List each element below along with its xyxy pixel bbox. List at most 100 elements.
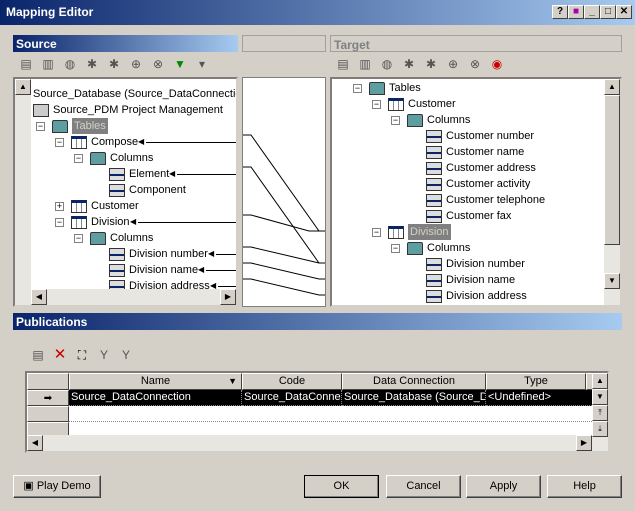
grid-vscroll[interactable]: ▲ ▼ ⤒ ⤓: [592, 373, 608, 451]
tree-item[interactable]: − Columns: [332, 240, 620, 256]
tree-item[interactable]: Division number ◀: [15, 246, 236, 262]
column-header-code[interactable]: Code: [242, 373, 342, 390]
map-all-icon[interactable]: ✱: [422, 56, 440, 72]
expand-icon[interactable]: +: [55, 202, 64, 211]
filter-edit-icon[interactable]: Y: [95, 347, 113, 363]
tree-item[interactable]: − Columns: [332, 112, 620, 128]
cell-code[interactable]: Source_DataConne: [242, 390, 342, 406]
cell-data-connection[interactable]: Source_Database (Source_D: [342, 390, 486, 406]
cell-name[interactable]: Source_DataConnection: [69, 390, 242, 406]
delete-mapping-icon[interactable]: ⊗: [149, 56, 167, 72]
delete-icon[interactable]: ✕: [51, 347, 69, 363]
source-tree[interactable]: ▲ Source_Database (Source_DataConnection…: [13, 77, 238, 307]
grid-hscroll[interactable]: ◀ ▶: [27, 435, 592, 451]
scroll-right-button[interactable]: ▶: [220, 289, 236, 305]
map-icon[interactable]: ✱: [400, 56, 418, 72]
scroll-top-button[interactable]: ⤒: [592, 405, 608, 421]
tree-item[interactable]: Division address: [332, 288, 620, 304]
database-icon[interactable]: ▥: [356, 56, 374, 72]
sort-dropdown-icon[interactable]: ▼: [228, 374, 237, 389]
help-icon[interactable]: ?: [552, 5, 568, 19]
tree-item[interactable]: − Tables: [332, 80, 620, 96]
collapse-icon[interactable]: −: [74, 234, 83, 243]
tree-item[interactable]: Source_Database (Source_DataConnection): [15, 86, 236, 102]
collapse-icon[interactable]: −: [55, 218, 64, 227]
tree-item[interactable]: − Tables: [15, 118, 236, 134]
collapse-icon[interactable]: −: [55, 138, 64, 147]
properties-icon[interactable]: ▤: [17, 56, 35, 72]
collapse-icon[interactable]: −: [74, 154, 83, 163]
delete-mapping-icon[interactable]: ⊗: [466, 56, 484, 72]
tree-item[interactable]: Customer number: [332, 128, 620, 144]
add-mapping-icon[interactable]: ⊕: [127, 56, 145, 72]
help-button[interactable]: Help: [547, 475, 622, 498]
scroll-thumb[interactable]: [604, 95, 620, 245]
tree-item[interactable]: − Customer: [332, 96, 620, 112]
target-vscroll[interactable]: ▲ ▼: [604, 79, 620, 305]
tree-item[interactable]: Customer telephone: [332, 192, 620, 208]
scroll-down-button[interactable]: ▼: [592, 389, 608, 405]
tree-item[interactable]: − Division: [332, 224, 620, 240]
scroll-left-button[interactable]: ◀: [27, 435, 43, 451]
publications-grid[interactable]: Name ▼ Code Data Connection Type ➡ Source…: [25, 371, 609, 453]
tree-item[interactable]: − Compose ◀: [15, 134, 236, 150]
collapse-icon[interactable]: −: [36, 122, 45, 131]
tree-item[interactable]: Source_PDM Project Management: [15, 102, 236, 118]
tree-item[interactable]: Component: [15, 182, 236, 198]
current-row-arrow-icon[interactable]: ➡: [27, 390, 69, 406]
source-hscroll[interactable]: ◀ ▶: [15, 289, 236, 305]
tree-item[interactable]: − Division ◀: [15, 214, 236, 230]
refresh-icon[interactable]: ◍: [61, 56, 79, 72]
tree-item[interactable]: Customer address: [332, 160, 620, 176]
refresh-icon[interactable]: ◍: [378, 56, 396, 72]
target-tree[interactable]: − Tables − Customer − Columns Customer number C…: [330, 77, 622, 307]
tree-item[interactable]: − Columns: [15, 150, 236, 166]
tree-item[interactable]: Element ◀: [15, 166, 236, 182]
options-icon[interactable]: ▾: [193, 56, 211, 72]
add-mapping-icon[interactable]: ⊕: [444, 56, 462, 72]
cell-type[interactable]: <Undefined>: [486, 390, 594, 406]
tree-item[interactable]: Customer name: [332, 144, 620, 160]
folder-icon: [369, 82, 385, 95]
collapse-icon[interactable]: −: [353, 84, 362, 93]
properties-icon[interactable]: ▤: [29, 347, 47, 363]
apply-button[interactable]: Apply: [466, 475, 541, 498]
scroll-bottom-button[interactable]: ⤓: [592, 421, 608, 437]
collapse-icon[interactable]: −: [372, 100, 381, 109]
properties-icon[interactable]: ▤: [334, 56, 352, 72]
collapse-icon[interactable]: −: [372, 228, 381, 237]
minimize-button[interactable]: _: [584, 5, 600, 19]
scroll-right-button[interactable]: ▶: [576, 435, 592, 451]
collapse-icon[interactable]: −: [391, 116, 400, 125]
column-header-data-connection[interactable]: Data Connection: [342, 373, 486, 390]
maximize-button[interactable]: □: [600, 5, 616, 19]
tree-item[interactable]: + Customer: [15, 198, 236, 214]
close-button[interactable]: ✕: [616, 5, 632, 19]
column-header-type[interactable]: Type: [486, 373, 586, 390]
tree-item[interactable]: Division name ◀: [15, 262, 236, 278]
tree-item[interactable]: Customer fax: [332, 208, 620, 224]
scroll-left-button[interactable]: ◀: [31, 289, 47, 305]
find-icon[interactable]: ◉: [488, 56, 506, 72]
empty-row[interactable]: [69, 406, 594, 422]
tree-item[interactable]: Customer activity: [332, 176, 620, 192]
scroll-up-button[interactable]: ▲: [592, 373, 608, 389]
add-database-icon[interactable]: ▥: [39, 56, 57, 72]
collapse-icon[interactable]: −: [391, 244, 400, 253]
play-demo-button[interactable]: ▣ Play Demo: [13, 475, 101, 498]
app-icon[interactable]: ■: [568, 5, 584, 19]
map-all-icon[interactable]: ✱: [105, 56, 123, 72]
cancel-button[interactable]: Cancel: [386, 475, 461, 498]
find-icon[interactable]: ⛶: [73, 347, 91, 363]
ok-button[interactable]: OK: [304, 475, 379, 498]
scroll-down-button[interactable]: ▼: [604, 273, 620, 289]
column-header-name[interactable]: Name ▼: [69, 373, 242, 390]
filter-icon[interactable]: ▼: [171, 56, 189, 72]
tree-item[interactable]: − Columns: [15, 230, 236, 246]
row-header[interactable]: [27, 406, 69, 422]
tree-item[interactable]: Division name: [332, 272, 620, 288]
filter-icon[interactable]: Y: [117, 347, 135, 363]
scroll-up-button[interactable]: ▲: [604, 79, 620, 95]
map-icon[interactable]: ✱: [83, 56, 101, 72]
tree-item[interactable]: Division number: [332, 256, 620, 272]
